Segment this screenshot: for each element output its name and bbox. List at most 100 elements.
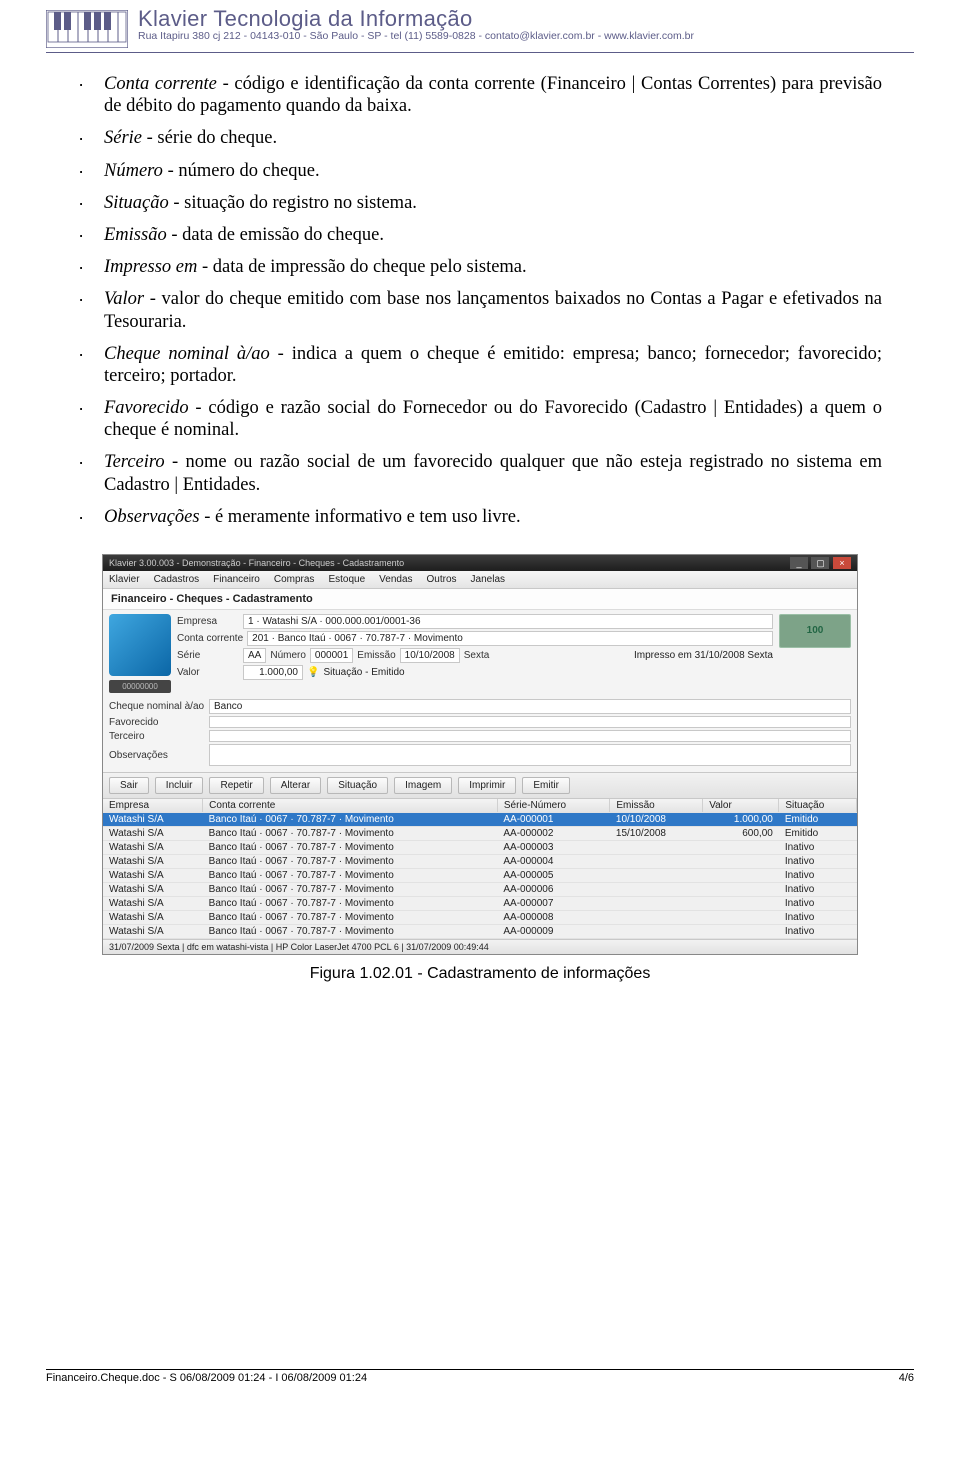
- cell-valor: [703, 841, 779, 855]
- cell-valor: [703, 911, 779, 925]
- menu-item-compras[interactable]: Compras: [274, 574, 315, 585]
- micr-code: 00000000: [109, 680, 171, 693]
- terceiro-label: Terceiro: [109, 731, 205, 742]
- bullet-item: ·Situação - situação do registro no sist…: [78, 192, 882, 214]
- records-grid[interactable]: EmpresaConta correnteSérie-NúmeroEmissão…: [103, 799, 857, 939]
- terceiro-field[interactable]: [209, 730, 851, 742]
- bullet-text: Terceiro - nome ou razão social de um fa…: [104, 451, 882, 495]
- obs-label: Observações: [109, 750, 205, 761]
- cell-empresa: Watashi S/A: [103, 813, 203, 827]
- bullet-rest: - é meramente informativo e tem uso livr…: [200, 507, 521, 527]
- window-titlebar: Klavier 3.00.003 - Demonstração - Financ…: [103, 555, 857, 571]
- nominal-field[interactable]: Banco: [209, 699, 851, 714]
- cell-empresa: Watashi S/A: [103, 911, 203, 925]
- form-area: 00000000 Empresa 1 · Watashi S/A · 000.0…: [103, 610, 857, 697]
- cell-sn: AA-000007: [497, 897, 610, 911]
- empresa-label: Empresa: [177, 616, 239, 627]
- cell-sit: Inativo: [779, 841, 857, 855]
- maximize-button[interactable]: ▢: [811, 557, 829, 569]
- window-title: Klavier 3.00.003 - Demonstração - Financ…: [109, 558, 404, 568]
- bullet-dot-icon: ·: [78, 224, 104, 246]
- bullet-dot-icon: ·: [78, 451, 104, 495]
- menu-bar: Klavier Cadastros Financeiro Compras Estoque…: [103, 571, 857, 589]
- cell-em: [610, 869, 703, 883]
- cell-sn: AA-000004: [497, 855, 610, 869]
- imprimir-button[interactable]: Imprimir: [458, 777, 516, 794]
- menu-item-estoque[interactable]: Estoque: [328, 574, 365, 585]
- bullet-dot-icon: ·: [78, 73, 104, 117]
- emissao-label: Emissão: [357, 650, 395, 661]
- cell-empresa: Watashi S/A: [103, 869, 203, 883]
- menu-item-vendas[interactable]: Vendas: [379, 574, 412, 585]
- bullet-rest: - valor do cheque emitido com base nos l…: [104, 289, 882, 331]
- bullet-term: Série: [104, 128, 142, 148]
- empresa-field[interactable]: 1 · Watashi S/A · 000.000.001/0001-36: [243, 614, 773, 629]
- menu-item-klavier[interactable]: Klavier: [109, 574, 140, 585]
- table-row[interactable]: Watashi S/ABanco Itaú · 0067 · 70.787-7 …: [103, 841, 857, 855]
- bullet-rest: - nome ou razão social de um favorecido …: [104, 452, 882, 494]
- favorecido-field[interactable]: [209, 716, 851, 728]
- serie-label: Série: [177, 650, 239, 661]
- obs-field[interactable]: [209, 744, 851, 766]
- cell-conta: Banco Itaú · 0067 · 70.787-7 · Movimento: [203, 883, 498, 897]
- sair-button[interactable]: Sair: [109, 777, 149, 794]
- table-row[interactable]: Watashi S/ABanco Itaú · 0067 · 70.787-7 …: [103, 925, 857, 939]
- cell-sit: Inativo: [779, 925, 857, 939]
- emitir-button[interactable]: Emitir: [522, 777, 570, 794]
- table-row[interactable]: Watashi S/ABanco Itaú · 0067 · 70.787-7 …: [103, 869, 857, 883]
- cell-em: [610, 897, 703, 911]
- column-valor[interactable]: Valor: [703, 799, 779, 813]
- column-empresa[interactable]: Empresa: [103, 799, 203, 813]
- column-s-rie-n-mero[interactable]: Série-Número: [497, 799, 610, 813]
- minimize-button[interactable]: _: [790, 557, 808, 569]
- column-conta-corrente[interactable]: Conta corrente: [203, 799, 498, 813]
- imagem-button[interactable]: Imagem: [394, 777, 452, 794]
- bullet-term: Valor: [104, 289, 144, 309]
- column-emiss-o[interactable]: Emissão: [610, 799, 703, 813]
- repetir-button[interactable]: Repetir: [209, 777, 263, 794]
- banknote-icon: 100: [779, 614, 851, 648]
- cell-sit: Emitido: [779, 827, 857, 841]
- status-bar: 31/07/2009 Sexta | dfc em watashi-vista …: [103, 939, 857, 954]
- menu-item-outros[interactable]: Outros: [427, 574, 457, 585]
- cell-conta: Banco Itaú · 0067 · 70.787-7 · Movimento: [203, 841, 498, 855]
- conta-field[interactable]: 201 · Banco Itaú · 0067 · 70.787-7 · Mov…: [247, 631, 773, 646]
- bullet-item: ·Cheque nominal à/ao - indica a quem o c…: [78, 343, 882, 387]
- table-row[interactable]: Watashi S/ABanco Itaú · 0067 · 70.787-7 …: [103, 855, 857, 869]
- valor-field[interactable]: 1.000,00: [243, 665, 303, 680]
- cell-conta: Banco Itaú · 0067 · 70.787-7 · Movimento: [203, 925, 498, 939]
- cell-em: [610, 925, 703, 939]
- table-row[interactable]: Watashi S/ABanco Itaú · 0067 · 70.787-7 …: [103, 911, 857, 925]
- serie-field[interactable]: AA: [243, 648, 266, 663]
- page-header: Klavier Tecnologia da Informação Rua Ita…: [46, 0, 914, 52]
- situação-button[interactable]: Situação: [327, 777, 388, 794]
- menu-item-cadastros[interactable]: Cadastros: [154, 574, 200, 585]
- header-rule: [46, 52, 914, 53]
- menu-item-financeiro[interactable]: Financeiro: [213, 574, 260, 585]
- cell-sn: AA-000002: [497, 827, 610, 841]
- figure-container: Klavier 3.00.003 - Demonstração - Financ…: [102, 554, 858, 983]
- table-row[interactable]: Watashi S/ABanco Itaú · 0067 · 70.787-7 …: [103, 883, 857, 897]
- cell-conta: Banco Itaú · 0067 · 70.787-7 · Movimento: [203, 827, 498, 841]
- table-row[interactable]: Watashi S/ABanco Itaú · 0067 · 70.787-7 …: [103, 813, 857, 827]
- app-window: Klavier 3.00.003 - Demonstração - Financ…: [102, 554, 858, 955]
- bullet-text: Observações - é meramente informativo e …: [104, 506, 882, 528]
- table-row[interactable]: Watashi S/ABanco Itaú · 0067 · 70.787-7 …: [103, 897, 857, 911]
- bullet-text: Valor - valor do cheque emitido com base…: [104, 288, 882, 332]
- numero-field[interactable]: 000001: [310, 648, 353, 663]
- cell-empresa: Watashi S/A: [103, 841, 203, 855]
- cell-valor: [703, 869, 779, 883]
- menu-item-janelas[interactable]: Janelas: [471, 574, 505, 585]
- emissao-field[interactable]: 10/10/2008: [400, 648, 460, 663]
- bullet-dot-icon: ·: [78, 343, 104, 387]
- bullet-text: Cheque nominal à/ao - indica a quem o ch…: [104, 343, 882, 387]
- incluir-button[interactable]: Incluir: [155, 777, 204, 794]
- bullet-rest: - série do cheque.: [142, 128, 277, 148]
- table-row[interactable]: Watashi S/ABanco Itaú · 0067 · 70.787-7 …: [103, 827, 857, 841]
- close-button[interactable]: ×: [833, 557, 851, 569]
- alterar-button[interactable]: Alterar: [270, 777, 321, 794]
- cell-empresa: Watashi S/A: [103, 827, 203, 841]
- cell-em: 15/10/2008: [610, 827, 703, 841]
- column-situa-o[interactable]: Situação: [779, 799, 857, 813]
- cell-sn: AA-000005: [497, 869, 610, 883]
